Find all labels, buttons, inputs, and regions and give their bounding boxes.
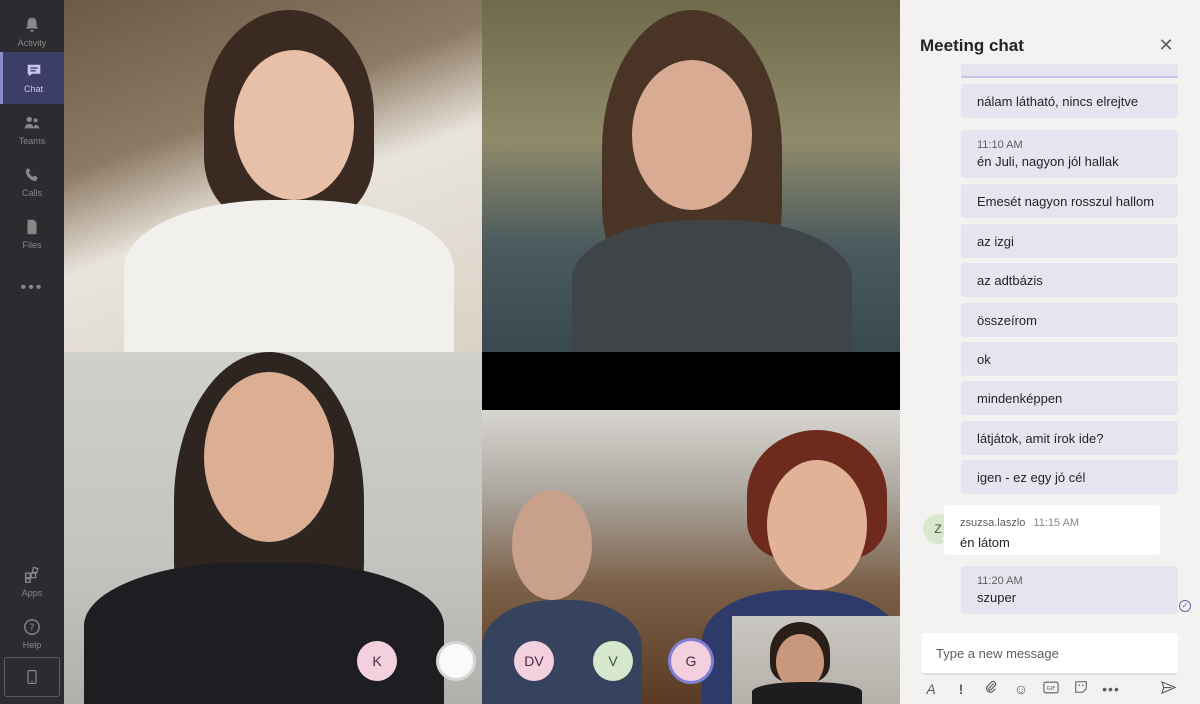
message-bubble[interactable]: 11:10 AM én Juli, nagyon jól hallak <box>961 130 1178 178</box>
participant-shirt <box>84 562 444 704</box>
participant-avatar-dv[interactable]: DV <box>514 641 554 681</box>
emoji-icon[interactable]: ☺ <box>1012 680 1030 698</box>
rail-chat[interactable]: Chat <box>0 52 64 104</box>
video-tile-3 <box>64 352 482 704</box>
participant-shirt <box>572 220 852 352</box>
close-icon[interactable]: ✕ <box>1158 36 1174 54</box>
chat-header: Meeting chat ✕ <box>900 0 1200 64</box>
self-view-tile <box>732 616 900 704</box>
message-input[interactable] <box>922 633 1178 673</box>
message-text: igen - ez egy jó cél <box>977 469 1086 485</box>
message-text: összeírom <box>977 312 1037 328</box>
message-time: 11:20 AM <box>977 575 1023 587</box>
important-icon[interactable]: ! <box>952 680 970 698</box>
rail-activity[interactable]: Activity <box>0 6 64 58</box>
message-bubble-partial <box>961 64 1178 78</box>
message-bubble[interactable]: nálam látható, nincs elrejtve <box>961 84 1178 118</box>
participant-avatar-v[interactable]: V <box>593 641 633 681</box>
rail-help[interactable]: ? Help <box>0 608 64 660</box>
participant-avatar-logo[interactable] <box>436 641 476 681</box>
teams-icon <box>24 116 40 129</box>
sender-name: zsuzsa.laszlo <box>960 517 1026 529</box>
rail-help-label: Help <box>22 640 42 650</box>
rail-apps[interactable]: Apps <box>0 556 64 608</box>
format-icon[interactable]: A <box>922 680 940 698</box>
phone-icon <box>25 167 38 182</box>
video-tile-2 <box>482 0 900 352</box>
message-text: ok <box>977 351 991 367</box>
participant-shirt <box>124 200 454 352</box>
participant-avatar-k[interactable]: K <box>357 641 397 681</box>
message-text: Emesét nagyon rosszul hallom <box>977 193 1155 209</box>
read-receipt-icon: ✓ <box>1179 600 1191 612</box>
incoming-message[interactable]: zsuzsa.laszlo 11:15 AM én látom <box>944 505 1160 555</box>
rail-files[interactable]: Files <box>0 208 64 260</box>
message-text: nálam látható, nincs elrejtve <box>977 93 1139 109</box>
sender-avatar-initial: Z <box>934 522 942 536</box>
rail-teams[interactable]: Teams <box>0 104 64 156</box>
sticker-icon[interactable] <box>1072 680 1090 698</box>
svg-text:GIF: GIF <box>1047 686 1056 692</box>
more-icon: ••• <box>20 279 44 296</box>
rail-calls-label: Calls <box>21 188 42 198</box>
send-arrow-icon <box>1160 680 1176 695</box>
mobile-icon <box>27 670 37 684</box>
participant-face <box>234 50 354 200</box>
chat-icon <box>27 64 40 77</box>
teams-meeting-window: Activity Chat Teams Calls Files ••• Apps… <box>0 0 1200 704</box>
message-time: 11:15 AM <box>1033 517 1080 529</box>
more-options-icon[interactable]: ••• <box>1102 680 1120 698</box>
message-text: az izgi <box>977 233 1014 249</box>
message-text: én Juli, nagyon jól hallak <box>977 154 1119 169</box>
app-rail: Activity Chat Teams Calls Files ••• Apps… <box>0 0 64 704</box>
message-text: látjátok, amit írok ide? <box>977 430 1104 446</box>
message-bubble[interactable]: látjátok, amit írok ide? <box>961 421 1178 455</box>
rail-more[interactable]: ••• <box>0 262 64 314</box>
self-shirt <box>752 682 862 704</box>
video-tile-1 <box>64 0 482 352</box>
participant-avatar-v-initials: V <box>608 653 618 669</box>
rail-apps-label: Apps <box>21 588 43 598</box>
apps-icon <box>25 566 39 583</box>
participant-avatar-g-initials: G <box>685 653 697 669</box>
message-bubble[interactable]: az adtbázis <box>961 263 1178 297</box>
rail-calls[interactable]: Calls <box>0 156 64 208</box>
rail-files-label: Files <box>22 240 42 250</box>
rail-activity-label: Activity <box>17 38 47 48</box>
rail-chat-label: Chat <box>23 84 43 94</box>
mobile-download-button[interactable] <box>4 657 60 697</box>
gif-icon[interactable]: GIF <box>1042 680 1060 698</box>
message-bubble[interactable]: az izgi <box>961 224 1178 258</box>
participant-avatar-dv-initials: DV <box>524 653 544 669</box>
send-icon[interactable] <box>1159 680 1177 698</box>
message-bubble[interactable]: ok <box>961 342 1178 376</box>
participant-face-woman <box>767 460 867 590</box>
attach-icon[interactable] <box>982 680 1000 698</box>
message-bubble[interactable]: 11:20 AM szuper <box>961 566 1178 614</box>
participant-face <box>632 60 752 210</box>
participant-avatar-g[interactable]: G <box>671 641 711 681</box>
sticker-box-icon <box>1075 681 1087 693</box>
help-icon: ? <box>24 619 40 635</box>
bell-icon <box>26 17 38 32</box>
message-text: mindenképpen <box>977 390 1063 406</box>
participant-face-man <box>512 490 592 600</box>
message-bubble[interactable]: összeírom <box>961 303 1178 337</box>
message-text: az adtbázis <box>977 272 1043 288</box>
message-text: szuper <box>977 590 1017 605</box>
file-icon <box>27 219 37 235</box>
participant-avatar-k-initials: K <box>372 653 382 669</box>
compose-box[interactable] <box>922 633 1178 675</box>
paperclip-icon <box>986 680 997 693</box>
svg-text:?: ? <box>29 623 34 634</box>
rail-teams-label: Teams <box>18 136 46 146</box>
participant-face <box>204 372 334 542</box>
chat-title: Meeting chat <box>920 36 1024 55</box>
message-bubble[interactable]: mindenképpen <box>961 381 1178 415</box>
gif-box-icon: GIF <box>1043 681 1059 694</box>
message-text: én látom <box>960 535 1010 550</box>
message-bubble[interactable]: Emesét nagyon rosszul hallom <box>961 184 1178 218</box>
message-time: 11:10 AM <box>977 139 1023 151</box>
message-bubble[interactable]: igen - ez egy jó cél <box>961 460 1178 494</box>
